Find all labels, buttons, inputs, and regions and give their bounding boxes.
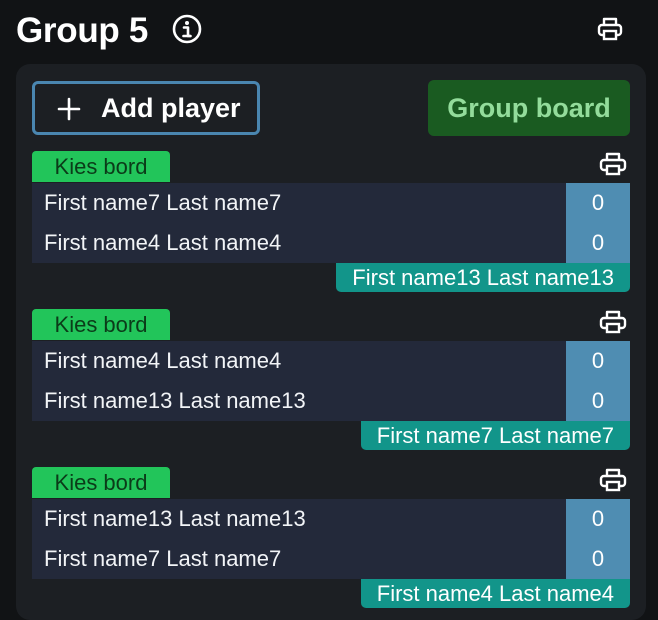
match-card: Kies bord First name13 Last name13 0 Fir… — [32, 467, 630, 608]
player-row: First name4 Last name4 0 — [32, 223, 630, 263]
page-header: Group 5 — [0, 0, 658, 62]
add-player-button[interactable]: Add player — [32, 81, 260, 135]
match-card: Kies bord First name4 Last name4 0 First… — [32, 309, 630, 450]
page-title: Group 5 — [16, 11, 149, 50]
group-board-button[interactable]: Group board — [428, 80, 630, 136]
add-player-label: Add player — [101, 93, 241, 123]
player-score[interactable]: 0 — [566, 381, 630, 421]
printer-icon[interactable] — [596, 15, 624, 43]
player-row: First name4 Last name4 0 — [32, 341, 630, 381]
player-name: First name4 Last name4 — [44, 230, 282, 255]
printer-icon[interactable] — [598, 467, 628, 493]
player-score[interactable]: 0 — [566, 183, 630, 223]
referee-badge: First name7 Last name7 — [360, 421, 630, 450]
player-row: First name7 Last name7 0 — [32, 183, 630, 223]
player-name: First name13 Last name13 — [44, 388, 306, 413]
choose-board-button[interactable]: Kies bord — [32, 467, 170, 498]
choose-board-button[interactable]: Kies bord — [32, 151, 170, 182]
plus-icon — [57, 97, 81, 121]
referee-badge: First name4 Last name4 — [360, 579, 630, 608]
player-score[interactable]: 0 — [566, 499, 630, 539]
choose-board-button[interactable]: Kies bord — [32, 309, 170, 340]
player-name: First name7 Last name7 — [44, 546, 282, 571]
player-score[interactable]: 0 — [566, 341, 630, 381]
player-score[interactable]: 0 — [566, 539, 630, 579]
player-row: First name7 Last name7 0 — [32, 539, 630, 579]
printer-icon[interactable] — [598, 151, 628, 177]
player-name: First name13 Last name13 — [44, 506, 306, 531]
player-score[interactable]: 0 — [566, 223, 630, 263]
player-name: First name7 Last name7 — [44, 190, 282, 215]
printer-icon[interactable] — [598, 309, 628, 335]
info-circle-icon[interactable] — [171, 13, 203, 45]
player-row: First name13 Last name13 0 — [32, 499, 630, 539]
referee-badge: First name13 Last name13 — [336, 263, 630, 292]
player-row: First name13 Last name13 0 — [32, 381, 630, 421]
player-name: First name4 Last name4 — [44, 348, 282, 373]
match-card: Kies bord First name7 Last name7 0 First… — [32, 151, 630, 292]
